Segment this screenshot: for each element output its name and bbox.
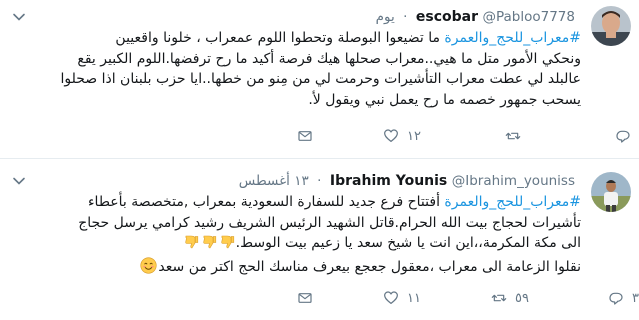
reply-button[interactable]	[615, 126, 639, 146]
reply-count: ٣	[632, 290, 639, 306]
tweet[interactable]: Ibrahim Younis @Ibrahim_youniss · ١٣ أغس…	[0, 160, 639, 320]
header-separator: ·	[403, 9, 408, 25]
heart-icon	[384, 291, 398, 304]
tweet-divider	[0, 158, 639, 159]
tweet-text-line: ما تضيعوا البوصلة وتحطوا اللوم عمعراب ، …	[115, 30, 445, 46]
tweet-content: Ibrahim Younis @Ibrahim_youniss · ١٣ أغس…	[10, 170, 581, 280]
retweet-icon	[505, 132, 521, 140]
display-name[interactable]: escobar	[416, 9, 478, 25]
envelope-icon	[298, 293, 312, 303]
hashtag-link[interactable]: #معراب_للحج_والعمرة	[444, 194, 581, 210]
heart-icon	[384, 129, 398, 142]
header-separator: ·	[317, 173, 322, 189]
tweet-actions: ١٢	[0, 126, 639, 146]
reply-button[interactable]: ٣	[608, 288, 639, 308]
retweet-icon	[491, 294, 507, 302]
tweet-header: Ibrahim Younis @Ibrahim_youniss · ١٣ أغس…	[10, 170, 581, 192]
tweet-text: #معراب_للحج_والعمرة أفتتاح فرع جديد للسف…	[10, 192, 581, 280]
username[interactable]: @Pabloo7778	[482, 9, 575, 25]
username[interactable]: @Ibrahim_youniss	[452, 173, 575, 189]
smiling-face-emoji	[140, 256, 157, 281]
profile-photo-man	[591, 6, 631, 46]
tweet-text: #معراب_للحج_والعمرة ما تضيعوا البوصلة وت…	[10, 28, 581, 110]
like-button[interactable]: ١١	[383, 288, 421, 308]
tweet-actions: ٣ ٥٩ ١١	[0, 288, 639, 308]
avatar[interactable]	[591, 172, 631, 212]
direct-message-button[interactable]	[297, 126, 313, 146]
tweet-text-line: نقلوا الزعامة الى معراب ،معقول جعجع بيعر…	[158, 258, 581, 275]
profile-photo-man-outdoors	[591, 172, 631, 212]
like-count: ١٢	[407, 128, 421, 144]
hashtag-link[interactable]: #معراب_للحج_والعمرة	[444, 30, 581, 46]
tweet-text-line: عالبلد لي عطت معراب التأشيرات وحرمت لي م…	[60, 71, 581, 87]
timestamp[interactable]: يوم	[376, 9, 395, 25]
tweet-content: escobar @Pabloo7778 · يوم #معراب_للحج_وا…	[10, 6, 581, 110]
reply-icon	[616, 130, 630, 143]
envelope-icon	[298, 131, 312, 141]
like-button[interactable]: ١٢	[383, 126, 421, 146]
display-name[interactable]: Ibrahim Younis	[330, 173, 447, 189]
tweet-text-line: الى مكة المكرمة،،اين انت يا شيخ سعد يا ز…	[235, 235, 581, 251]
like-count: ١١	[407, 290, 421, 306]
tweet-text-line: يسحب جمهور خصمه ما رح يعمل نبي ويقول لأ.	[308, 91, 581, 108]
tweet-feed: escobar @Pabloo7778 · يوم #معراب_للحج_وا…	[0, 0, 639, 320]
thumbs-down-emoji	[219, 234, 235, 257]
retweet-button[interactable]: ٥٩	[491, 288, 529, 308]
tweet-text-line: تأشيرات لحجاج بيت الله الحرام.قاتل الشهي…	[78, 214, 581, 231]
direct-message-button[interactable]	[297, 288, 313, 308]
tweet-text-line: ونحكي الأمور متل ما هيي..معراب صحلها هيك…	[77, 50, 581, 67]
chevron-down-icon[interactable]	[12, 174, 26, 188]
tweet-header: escobar @Pabloo7778 · يوم	[10, 6, 581, 28]
retweet-button[interactable]	[505, 126, 529, 146]
tweet[interactable]: escobar @Pabloo7778 · يوم #معراب_للحج_وا…	[0, 0, 639, 158]
tweet-text-line: أفتتاح فرع جديد للسفارة السعودية بمعراب …	[87, 194, 445, 210]
thumbs-down-emoji	[183, 234, 199, 257]
chevron-down-icon[interactable]	[12, 10, 26, 24]
avatar[interactable]	[591, 6, 631, 46]
reply-icon	[609, 292, 623, 305]
timestamp[interactable]: ١٣ أغسطس	[239, 173, 309, 189]
retweet-count: ٥٩	[515, 290, 529, 306]
thumbs-down-emoji	[201, 234, 217, 257]
